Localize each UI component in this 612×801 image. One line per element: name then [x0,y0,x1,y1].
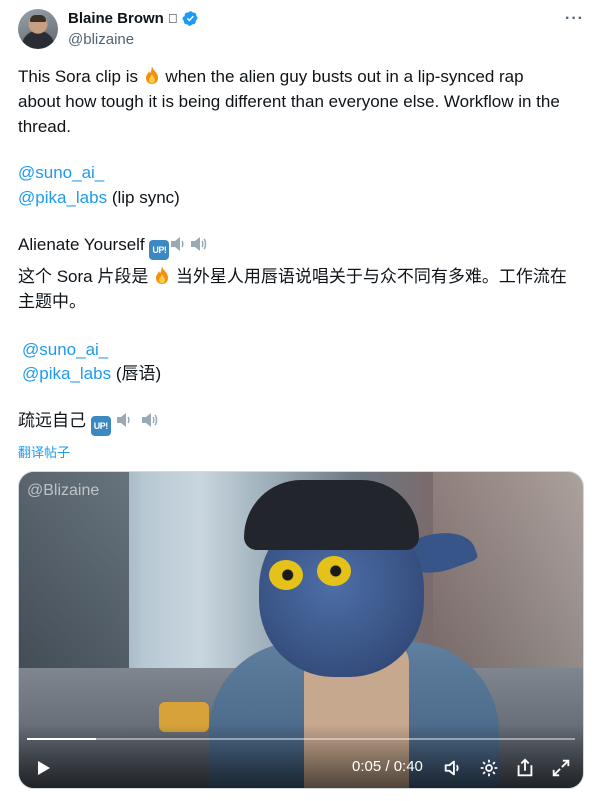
author-name[interactable]: Blaine Brown [68,10,164,27]
video-time: 0:05 / 0:40 [352,758,423,775]
fire-emoji-icon [143,65,161,92]
alien-eye [269,560,303,590]
mention-link[interactable]: @suno_ai_ [18,163,104,182]
video-progress-bar[interactable] [27,738,575,740]
zh-mention-suno[interactable]: @suno_ai_ [22,337,108,362]
mention-suffix: (唇语) [111,364,162,383]
zh-text-part: 这个 Sora 片段是 [18,267,154,286]
fullscreen-icon[interactable] [550,757,572,779]
fire-emoji-icon [153,265,171,292]
settings-icon[interactable] [478,757,500,779]
alien-cap [244,480,419,550]
tweet-line-1: This Sora clip is when the alien guy bus… [18,64,524,92]
up-badge-emoji-icon: UP! [90,416,111,436]
video-progress-fill [27,738,96,740]
tweet-text-part: This Sora clip is [18,67,143,86]
song-title-line: Alienate Yourself UP! [18,232,209,260]
tweet-line-2: about how tough it is being different th… [18,92,560,111]
speaker-emoji-icon [191,237,207,251]
speaker-emoji-icon [117,413,130,427]
mention-link[interactable]: @pika_labs [22,364,111,383]
mention-pika-line: @pika_labs (lip sync) [18,185,180,210]
zh-line-1: 这个 Sora 片段是 当外星人用唇语说唱关于与众不同有多难。工作流在 [18,264,567,292]
zh-text-part: 当外星人用唇语说唱关于与众不同有多难。工作流在 [171,267,567,286]
more-icon[interactable]: ··· [565,10,584,28]
zh-song-title-line: 疏远自己 UP! [18,408,160,436]
alien-eye [317,556,351,586]
translate-post-link[interactable]: 翻译帖子 [18,442,70,461]
speaker-emoji-icon [171,237,184,251]
author-handle[interactable]: @blizaine [68,31,134,48]
volume-icon[interactable] [442,757,464,779]
song-title: 疏远自己 [18,411,91,430]
author-name-row[interactable]: Blaine Brown  [68,10,199,27]
apple-icon:  [168,12,178,25]
share-icon[interactable] [514,757,536,779]
play-icon[interactable] [33,758,53,778]
avatar[interactable] [18,9,58,49]
song-title: Alienate Yourself [18,235,150,254]
zh-line-2: 主题中。 [18,292,86,311]
verified-badge-icon [182,11,198,26]
mention-link[interactable]: @pika_labs [18,188,107,207]
tweet-text-part: when the alien guy busts out in a lip-sy… [160,67,524,86]
mention-link[interactable]: @suno_ai_ [22,340,108,359]
video-watermark: @Blizaine [27,482,100,499]
zh-mention-pika-line: @pika_labs (唇语) [22,361,161,386]
video-player[interactable]: @Blizaine 0:05 / 0:40 [18,471,584,789]
tweet-line-3: thread. [18,117,71,136]
mention-suno[interactable]: @suno_ai_ [18,160,104,185]
mention-suffix: (lip sync) [107,188,180,207]
up-badge-emoji-icon: UP! [149,240,170,260]
speaker-emoji-icon [142,413,158,427]
